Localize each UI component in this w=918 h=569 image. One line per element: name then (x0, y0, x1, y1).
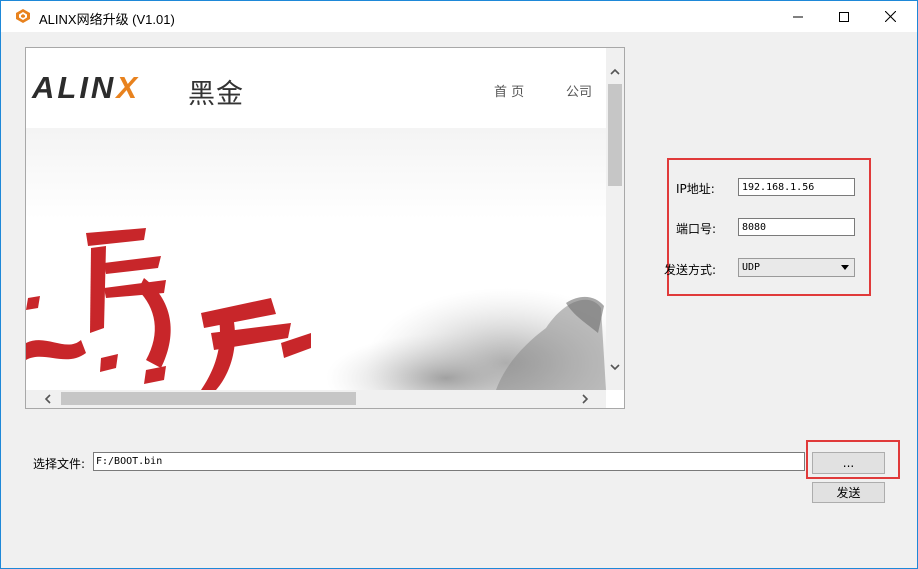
scroll-right-button[interactable] (576, 390, 594, 408)
send-button[interactable]: 发送 (812, 482, 885, 503)
chevron-up-icon (610, 68, 620, 75)
send-mode-select[interactable]: UDP (738, 258, 855, 277)
nav-link-home[interactable]: 首 页 (494, 81, 524, 100)
app-window: ALINX网络升级 (V1.01) ALINX 黑金 首 页 公司 IP地址: … (0, 0, 918, 569)
embedded-web-view[interactable]: ALINX 黑金 首 页 公司 (25, 47, 625, 409)
minimize-icon (793, 16, 803, 17)
close-icon (884, 11, 896, 22)
port-field[interactable]: 8080 (738, 218, 855, 236)
minimize-button[interactable] (775, 1, 821, 32)
alinx-app-icon (16, 9, 30, 23)
scroll-up-button[interactable] (606, 62, 624, 80)
close-button[interactable] (867, 1, 913, 32)
scroll-down-button[interactable] (606, 358, 624, 376)
scroll-left-button[interactable] (38, 390, 56, 408)
nav-link-company[interactable]: 公司 (566, 81, 592, 100)
chevron-left-icon (44, 394, 51, 404)
vertical-scroll-thumb[interactable] (608, 84, 622, 186)
port-label: 端口号: (676, 222, 717, 236)
web-header: ALINX 黑金 首 页 公司 (26, 48, 606, 128)
maximize-icon (839, 11, 849, 22)
maximize-button[interactable] (821, 1, 867, 32)
window-title: ALINX网络升级 (V1.01) (39, 12, 175, 27)
calligraphy-horse-image (26, 228, 606, 390)
browse-button[interactable]: ... (812, 452, 885, 474)
chevron-down-icon (610, 363, 620, 370)
ip-address-field[interactable]: 192.168.1.56 (738, 178, 855, 196)
send-mode-label: 发送方式: (664, 263, 717, 277)
title-bar: ALINX网络升级 (V1.01) (1, 1, 917, 32)
ip-label: IP地址: (676, 182, 715, 196)
alinx-logo-cn: 黑金 (188, 79, 244, 110)
horizontal-scroll-thumb[interactable] (61, 392, 356, 405)
send-mode-value: UDP (742, 262, 761, 273)
dropdown-arrow-icon (841, 265, 849, 270)
chevron-right-icon (581, 394, 588, 404)
file-path-field[interactable]: F:/BOOT.bin (93, 452, 805, 471)
hero-banner (26, 128, 606, 390)
file-label: 选择文件: (33, 457, 86, 471)
alinx-logo: ALINX (32, 70, 141, 105)
